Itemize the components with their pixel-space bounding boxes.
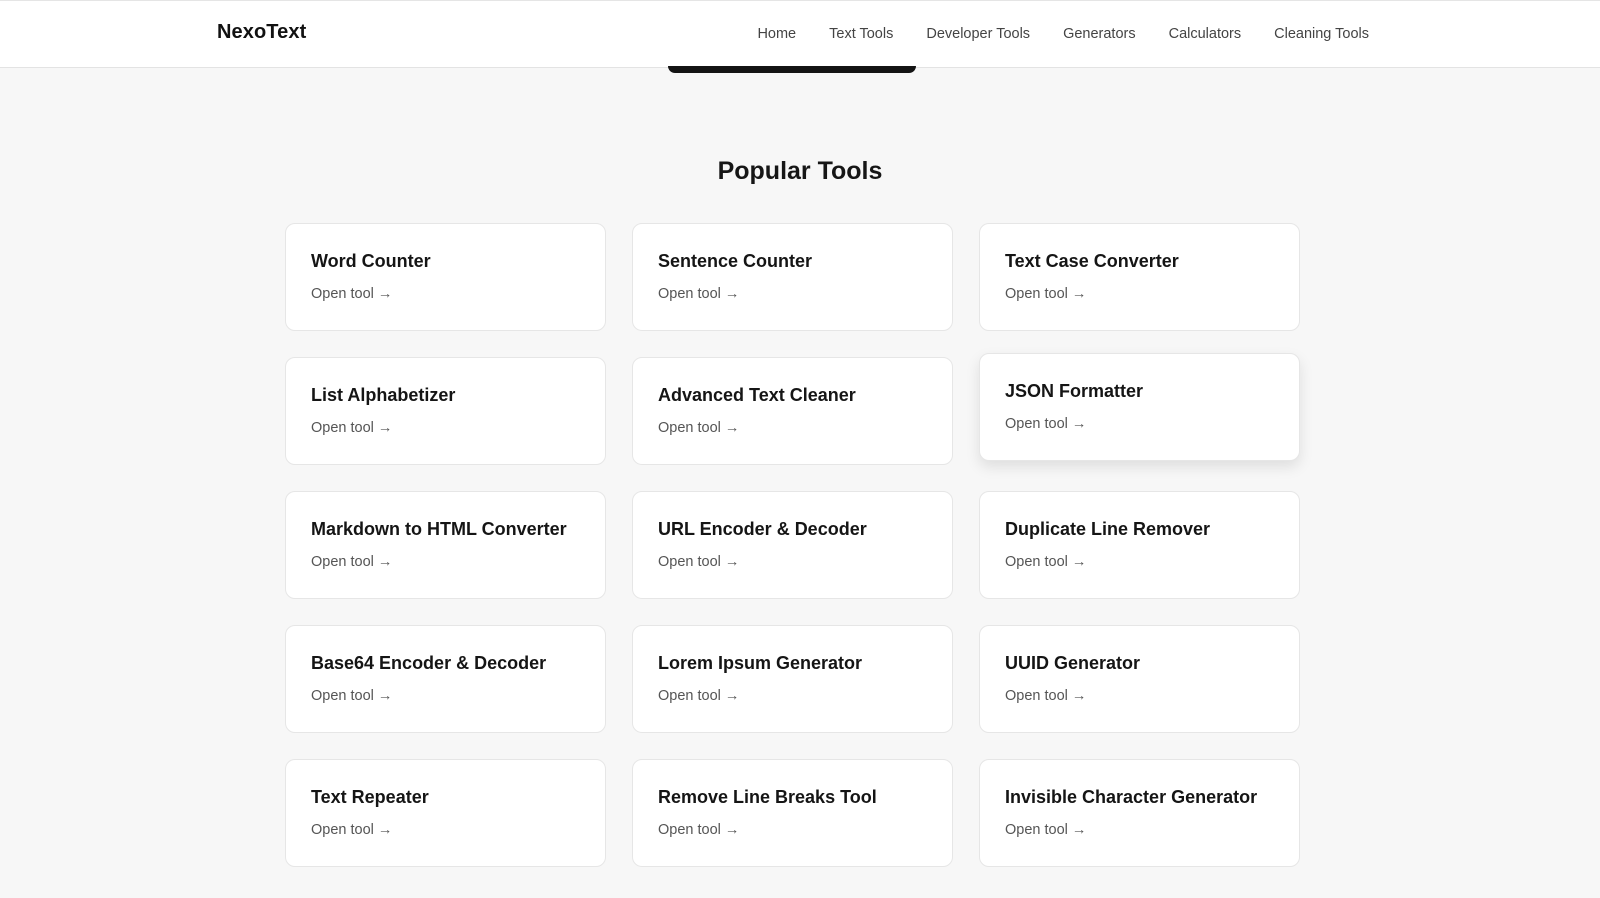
open-tool-label: Open tool — [1005, 688, 1068, 704]
tool-card-lorem-ipsum-generator[interactable]: Lorem Ipsum Generator Open tool → — [632, 625, 953, 733]
tool-card-advanced-text-cleaner[interactable]: Advanced Text Cleaner Open tool → — [632, 357, 953, 465]
open-tool-label: Open tool — [311, 554, 374, 570]
tool-card-title: Lorem Ipsum Generator — [658, 653, 863, 673]
open-tool-link[interactable]: Open tool → — [658, 286, 927, 302]
arrow-right-icon: → — [1071, 416, 1087, 432]
tool-card-title: Invisible Character Generator — [1005, 787, 1258, 807]
tool-card-text-repeater[interactable]: Text Repeater Open tool → — [285, 759, 606, 867]
tool-card-title: Text Case Converter — [1005, 251, 1179, 271]
open-tool-label: Open tool — [1005, 286, 1068, 302]
nav-text-tools[interactable]: Text Tools — [829, 26, 893, 42]
tools-grid: Word Counter Open tool → Sentence Counter… — [285, 223, 1302, 867]
open-tool-label: Open tool — [311, 822, 374, 838]
open-tool-label: Open tool — [658, 554, 721, 570]
tool-card-title: JSON Formatter — [1005, 381, 1144, 401]
tool-card-text-case-converter[interactable]: Text Case Converter Open tool → — [979, 223, 1300, 331]
nav-cleaning-tools[interactable]: Cleaning Tools — [1274, 26, 1369, 42]
open-tool-link[interactable]: Open tool → — [658, 688, 927, 704]
arrow-right-icon: → — [377, 286, 393, 302]
tool-card-title: List Alphabetizer — [311, 385, 456, 405]
tool-card-json-formatter[interactable]: JSON Formatter Open tool → — [979, 353, 1300, 461]
arrow-right-icon: → — [1071, 688, 1087, 704]
open-tool-link[interactable]: Open tool → — [311, 554, 580, 570]
tool-card-sentence-counter[interactable]: Sentence Counter Open tool → — [632, 223, 953, 331]
arrow-right-icon: → — [377, 420, 393, 436]
tool-card-title: UUID Generator — [1005, 653, 1141, 673]
tool-card-title: Duplicate Line Remover — [1005, 519, 1211, 539]
open-tool-link[interactable]: Open tool → — [1005, 416, 1274, 432]
tool-card-duplicate-line-remover[interactable]: Duplicate Line Remover Open tool → — [979, 491, 1300, 599]
open-tool-label: Open tool — [1005, 554, 1068, 570]
arrow-right-icon: → — [1071, 554, 1087, 570]
site-header: NexoText Home Text Tools Developer Tools… — [0, 0, 1600, 68]
tool-card-base64-encoder-decoder[interactable]: Base64 Encoder & Decoder Open tool → — [285, 625, 606, 733]
tool-card-title: URL Encoder & Decoder — [658, 519, 867, 539]
arrow-right-icon: → — [724, 286, 740, 302]
arrow-right-icon: → — [1071, 286, 1087, 302]
arrow-right-icon: → — [724, 420, 740, 436]
open-tool-link[interactable]: Open tool → — [311, 286, 580, 302]
tool-card-title: Markdown to HTML Converter — [311, 519, 567, 539]
tool-card-url-encoder-decoder[interactable]: URL Encoder & Decoder Open tool → — [632, 491, 953, 599]
arrow-right-icon: → — [1071, 822, 1087, 838]
nav-home[interactable]: Home — [757, 26, 796, 42]
open-tool-label: Open tool — [311, 420, 374, 436]
open-tool-link[interactable]: Open tool → — [658, 822, 927, 838]
tool-card-title: Word Counter — [311, 251, 431, 271]
tool-card-invisible-character-generator[interactable]: Invisible Character Generator Open tool → — [979, 759, 1300, 867]
open-tool-label: Open tool — [658, 688, 721, 704]
open-tool-label: Open tool — [1005, 822, 1068, 838]
nav-generators[interactable]: Generators — [1063, 26, 1136, 42]
open-tool-label: Open tool — [311, 286, 374, 302]
tool-card-word-counter[interactable]: Word Counter Open tool → — [285, 223, 606, 331]
open-tool-link[interactable]: Open tool → — [1005, 688, 1274, 704]
open-tool-label: Open tool — [1005, 416, 1068, 432]
main-nav: Home Text Tools Developer Tools Generato… — [724, 26, 1369, 42]
open-tool-label: Open tool — [311, 688, 374, 704]
nav-calculators[interactable]: Calculators — [1169, 26, 1242, 42]
tool-card-title: Advanced Text Cleaner — [658, 385, 856, 405]
open-tool-label: Open tool — [658, 822, 721, 838]
arrow-right-icon: → — [724, 688, 740, 704]
section-title: Popular Tools — [717, 157, 883, 185]
brand-logo[interactable]: NexoText — [217, 21, 306, 44]
arrow-right-icon: → — [377, 554, 393, 570]
hero-cta-button[interactable] — [668, 66, 916, 73]
tool-card-remove-line-breaks[interactable]: Remove Line Breaks Tool Open tool → — [632, 759, 953, 867]
open-tool-label: Open tool — [658, 420, 721, 436]
open-tool-link[interactable]: Open tool → — [311, 822, 580, 838]
tool-card-title: Base64 Encoder & Decoder — [311, 653, 547, 673]
arrow-right-icon: → — [377, 688, 393, 704]
tool-card-title: Remove Line Breaks Tool — [658, 787, 877, 807]
tool-card-title: Sentence Counter — [658, 251, 813, 271]
open-tool-link[interactable]: Open tool → — [1005, 554, 1274, 570]
arrow-right-icon: → — [377, 822, 393, 838]
open-tool-link[interactable]: Open tool → — [1005, 286, 1274, 302]
open-tool-link[interactable]: Open tool → — [658, 420, 927, 436]
arrow-right-icon: → — [724, 554, 740, 570]
open-tool-link[interactable]: Open tool → — [311, 688, 580, 704]
tool-card-title: Text Repeater — [311, 787, 429, 807]
tool-card-uuid-generator[interactable]: UUID Generator Open tool → — [979, 625, 1300, 733]
open-tool-label: Open tool — [658, 286, 721, 302]
tool-card-markdown-to-html[interactable]: Markdown to HTML Converter Open tool → — [285, 491, 606, 599]
open-tool-link[interactable]: Open tool → — [658, 554, 927, 570]
open-tool-link[interactable]: Open tool → — [311, 420, 580, 436]
nav-developer-tools[interactable]: Developer Tools — [926, 26, 1030, 42]
tool-card-list-alphabetizer[interactable]: List Alphabetizer Open tool → — [285, 357, 606, 465]
open-tool-link[interactable]: Open tool → — [1005, 822, 1274, 838]
arrow-right-icon: → — [724, 822, 740, 838]
